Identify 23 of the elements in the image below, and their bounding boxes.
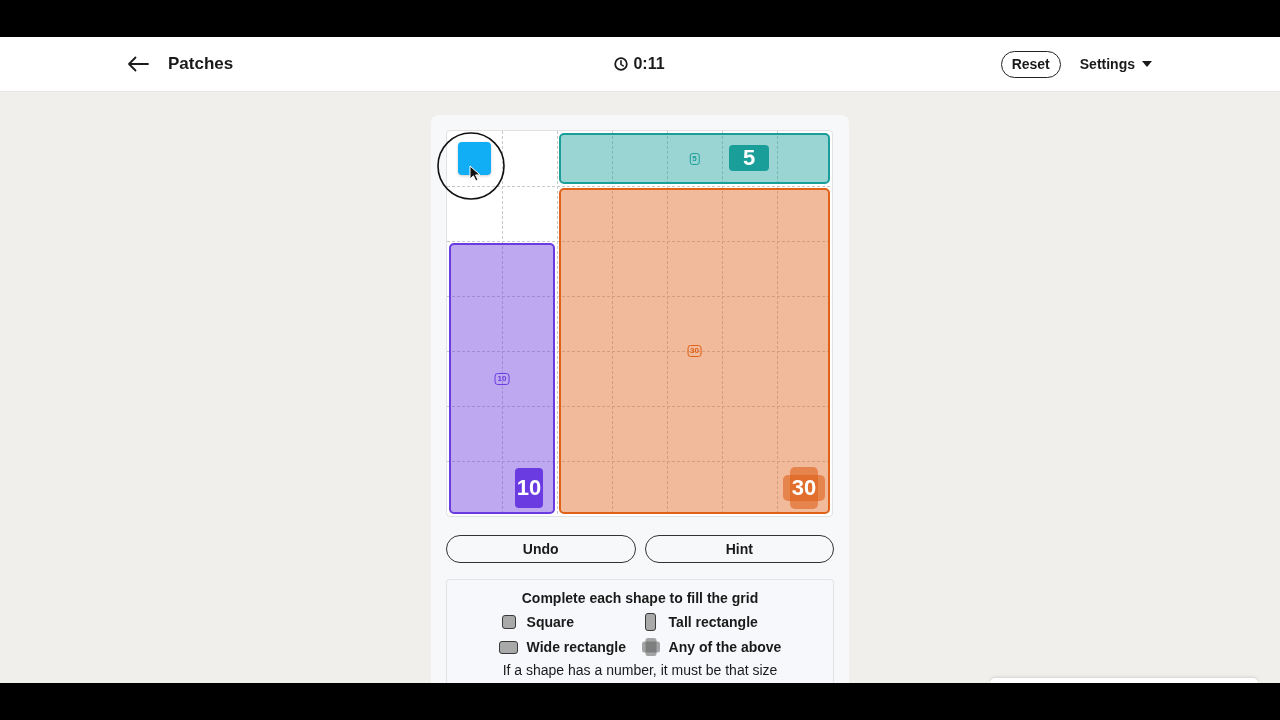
timer: 0:11: [633, 55, 665, 73]
legend-label: Any of the above: [668, 638, 782, 657]
legend-heading: Complete each shape to fill the grid: [521, 589, 759, 607]
clock-icon: [614, 57, 629, 71]
rule-note: If a shape has a number, it must be that size: [502, 662, 778, 678]
size-marker: 5: [689, 152, 700, 165]
size-marker: 30: [687, 345, 702, 357]
legend-label: Wide rectangle: [526, 638, 628, 657]
back-arrow-icon[interactable]: [127, 56, 149, 72]
caret-down-icon: [1142, 61, 1152, 67]
mouse-pointer-icon: [469, 165, 481, 182]
reset-button[interactable]: Reset: [1000, 50, 1061, 78]
clue-badge: 10: [515, 468, 543, 508]
legend-label: Tall rectangle: [668, 613, 759, 632]
cross-shape-icon: [641, 638, 660, 656]
legend-label: Square: [526, 613, 576, 632]
wide-rectangle-icon: [499, 640, 519, 654]
settings-menu-button[interactable]: Settings: [1079, 56, 1152, 72]
clue-badge: 30: [783, 467, 825, 509]
square-icon: [501, 615, 516, 629]
click-ring-icon: [437, 132, 505, 200]
page-title: Patches: [168, 54, 234, 74]
clue-badge: 5: [729, 145, 769, 171]
